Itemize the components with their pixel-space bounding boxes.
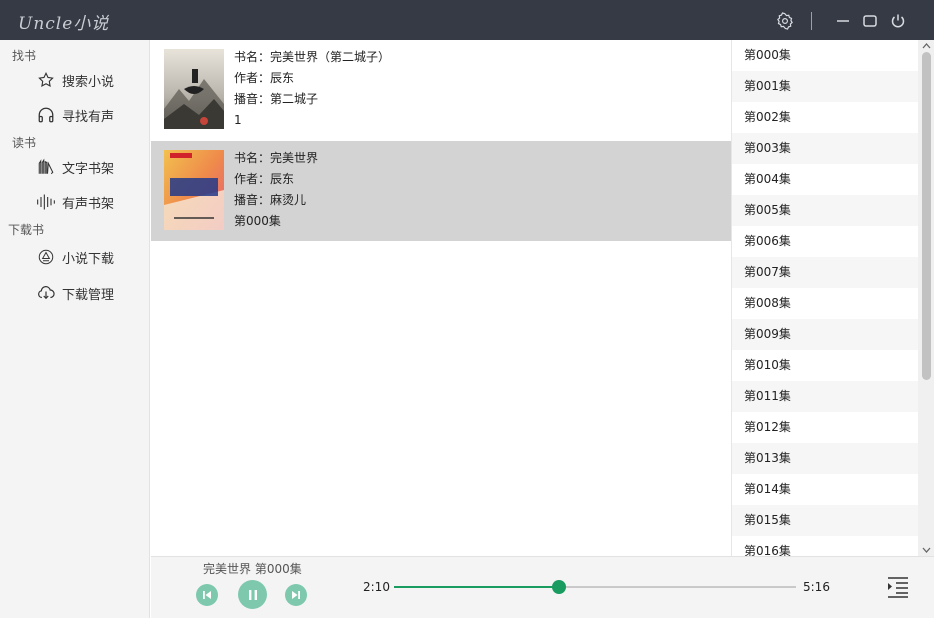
- book-narrator: 播音：第二城子: [234, 92, 319, 106]
- sidebar: 找书 搜索小说 寻找有声 读书 文字书架 有声书架 下载书 小说下载 下载管理: [0, 40, 150, 618]
- scroll-up-arrow-icon[interactable]: [921, 41, 932, 51]
- audiobook-list: 书名：完美世界（第二城子） 作者：辰东 播音：第二城子 1 书名：完美世界 作者…: [151, 40, 731, 556]
- book-author: 作者：辰东: [234, 172, 295, 186]
- titlebar-divider: [811, 12, 812, 30]
- progress-fill: [394, 586, 559, 588]
- book-title: 书名：完美世界（第二城子）: [234, 50, 391, 64]
- episode-item[interactable]: 第010集: [732, 350, 918, 381]
- episode-scrollbar[interactable]: [918, 40, 934, 556]
- book-row[interactable]: 书名：完美世界（第二城子） 作者：辰东 播音：第二城子 1: [151, 40, 731, 140]
- title-bar: Uncle小说: [0, 0, 934, 40]
- book-title: 书名：完美世界: [234, 151, 319, 165]
- episode-item[interactable]: 第000集: [732, 40, 918, 71]
- episode-item[interactable]: 第007集: [732, 257, 918, 288]
- episode-item[interactable]: 第005集: [732, 195, 918, 226]
- sidebar-item-text-shelf[interactable]: 文字书架: [36, 154, 114, 180]
- book-author: 作者：辰东: [234, 71, 295, 85]
- scroll-down-arrow-icon[interactable]: [921, 545, 932, 555]
- episode-item[interactable]: 第001集: [732, 71, 918, 102]
- total-time: 5:16: [803, 580, 830, 594]
- book-narrator: 播音：麻烫儿: [234, 193, 307, 207]
- episode-item[interactable]: 第011集: [732, 381, 918, 412]
- minimize-icon: [837, 20, 849, 22]
- sidebar-item-label: 搜索小说: [62, 74, 115, 90]
- player-bar: 完美世界 第000集 2:10 5:16: [151, 556, 934, 618]
- next-button[interactable]: [285, 584, 307, 606]
- gear-icon: [777, 12, 793, 30]
- sidebar-item-label: 下载管理: [62, 287, 115, 303]
- sidebar-item-label: 有声书架: [62, 196, 115, 212]
- playlist-icon[interactable]: [887, 576, 909, 598]
- maximize-button[interactable]: [860, 11, 880, 31]
- episode-item[interactable]: 第004集: [732, 164, 918, 195]
- skip-previous-icon: [203, 591, 211, 599]
- episode-item[interactable]: 第006集: [732, 226, 918, 257]
- sidebar-item-find-audio[interactable]: 寻找有声: [36, 102, 114, 128]
- pause-icon: [248, 589, 257, 600]
- download-circle-icon: [36, 247, 56, 267]
- sidebar-item-label: 寻找有声: [62, 109, 115, 125]
- current-time: 2:10: [363, 580, 390, 594]
- episode-item[interactable]: 第014集: [732, 474, 918, 505]
- progress-thumb[interactable]: [551, 580, 566, 594]
- episode-item[interactable]: 第013集: [732, 443, 918, 474]
- sidebar-item-label: 小说下载: [62, 251, 115, 267]
- episode-item[interactable]: 第015集: [732, 505, 918, 536]
- settings-button[interactable]: [775, 11, 795, 31]
- books-icon: [36, 157, 56, 177]
- minimize-button[interactable]: [833, 11, 853, 31]
- sidebar-item-download-manager[interactable]: 下载管理: [36, 280, 114, 306]
- progress-slider[interactable]: [394, 580, 796, 594]
- sidebar-item-label: 文字书架: [62, 161, 115, 177]
- soundwave-icon: [36, 192, 56, 212]
- app-title: Uncle小说: [18, 14, 110, 34]
- sidebar-item-novel-download[interactable]: 小说下载: [36, 244, 114, 270]
- now-playing-title: 完美世界 第000集: [203, 562, 302, 576]
- previous-button[interactable]: [196, 584, 218, 606]
- episode-item[interactable]: 第008集: [732, 288, 918, 319]
- sidebar-item-audio-shelf[interactable]: 有声书架: [36, 189, 114, 215]
- book-cover-image: [164, 49, 224, 129]
- episode-item[interactable]: 第003集: [732, 133, 918, 164]
- skip-next-icon: [292, 591, 300, 599]
- headphones-icon: [36, 105, 56, 125]
- episode-item[interactable]: 第012集: [732, 412, 918, 443]
- episode-item[interactable]: 第009集: [732, 319, 918, 350]
- episode-item[interactable]: 第002集: [732, 102, 918, 133]
- sidebar-item-search-novels[interactable]: 搜索小说: [36, 67, 114, 93]
- section-label-find: 找书: [12, 49, 37, 63]
- star-icon: [36, 70, 56, 90]
- maximize-icon: [863, 15, 877, 27]
- scrollbar-thumb[interactable]: [922, 52, 931, 380]
- power-icon: [891, 14, 905, 28]
- book-progress: 1: [234, 113, 242, 127]
- power-button[interactable]: [888, 11, 908, 31]
- cloud-download-icon: [36, 283, 56, 303]
- pause-button[interactable]: [238, 580, 267, 609]
- section-label-download: 下载书: [8, 223, 45, 237]
- episode-item[interactable]: 第016集: [732, 536, 918, 556]
- book-row[interactable]: 书名：完美世界 作者：辰东 播音：麻烫儿 第000集: [151, 141, 731, 241]
- book-progress: 第000集: [234, 214, 281, 228]
- book-cover-image: [164, 150, 224, 230]
- section-label-read: 读书: [12, 136, 37, 150]
- episode-list: 第000集 第001集 第002集 第003集 第004集 第005集 第006…: [731, 40, 934, 556]
